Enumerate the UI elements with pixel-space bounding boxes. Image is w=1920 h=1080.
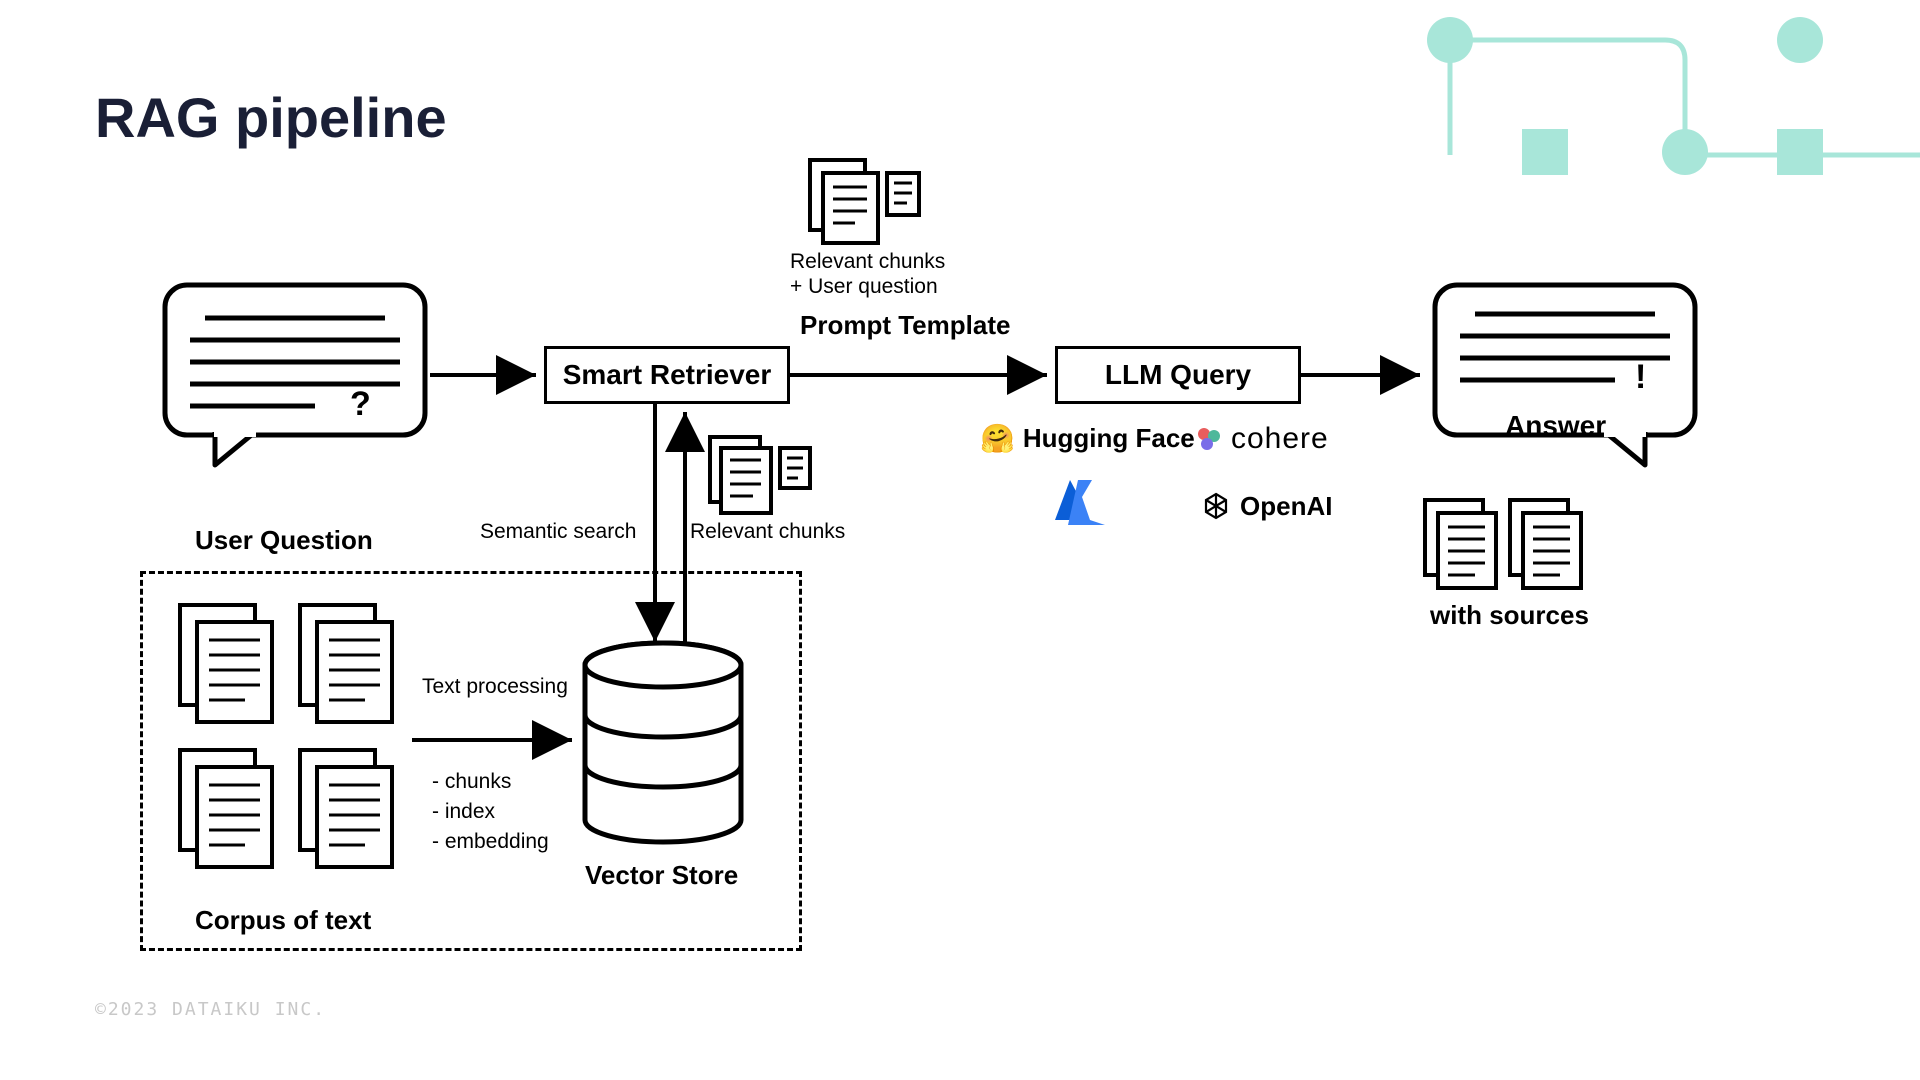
huggingface-logo: 🤗Hugging Face [980, 422, 1195, 455]
svg-text:?: ? [350, 385, 371, 423]
sources-docs-icon [1420, 495, 1590, 595]
corpus-docs-icon [175, 600, 405, 880]
vector-store-icon [578, 640, 748, 850]
relevant-chunks-icon [705, 432, 815, 517]
embedding-label: - embedding [432, 830, 549, 854]
text-processing-label: Text processing [422, 675, 568, 699]
page-title: RAG pipeline [95, 85, 447, 150]
llm-query-box: LLM Query [1055, 346, 1301, 404]
relevant-chunks-uq-label-1: Relevant chunks [790, 250, 945, 274]
prompt-template-label: Prompt Template [800, 310, 1010, 341]
index-label: - index [432, 800, 495, 824]
decorative-pattern [1220, 0, 1920, 200]
user-question-icon: ? [160, 280, 430, 470]
semantic-search-label: Semantic search [480, 520, 636, 544]
vector-store-label: Vector Store [585, 860, 738, 891]
relevant-chunks-label: Relevant chunks [690, 520, 845, 544]
with-sources-label: with sources [1430, 600, 1589, 631]
azure-logo [1050, 475, 1110, 535]
svg-text:!: ! [1635, 358, 1646, 396]
corpus-label: Corpus of text [195, 905, 371, 936]
user-question-label: User Question [195, 525, 373, 556]
documents-prompt-icon [805, 155, 925, 245]
chunks-label: - chunks [432, 770, 511, 794]
relevant-chunks-uq-label-2: + User question [790, 275, 938, 299]
openai-logo: OpenAI [1200, 490, 1332, 522]
cohere-logo: cohere [1195, 422, 1329, 456]
answer-label: Answer [1505, 410, 1606, 442]
copyright-text: ©2023 DATAIKU INC. [95, 999, 326, 1020]
smart-retriever-box: Smart Retriever [544, 346, 790, 404]
